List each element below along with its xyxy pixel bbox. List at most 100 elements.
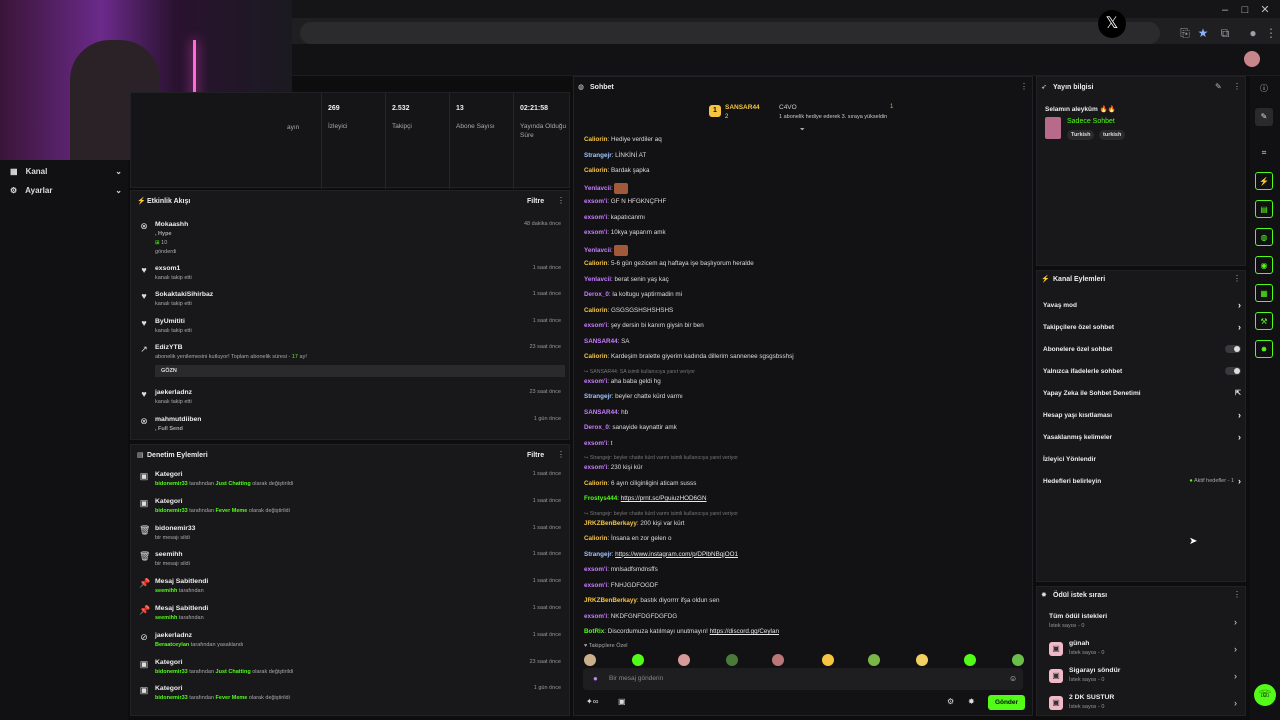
reward-item[interactable]: ▣ günah İstek sayısı - 0 › [1049,640,1239,660]
activity-name[interactable]: Mokaashh [155,221,188,228]
chat-username[interactable]: Caliorin [584,480,607,487]
close-window-icon[interactable]: ✕ [1256,4,1274,16]
translate-icon[interactable]: ⎘ [1176,24,1194,42]
expand-icon[interactable]: ⏷ [800,127,805,134]
more-icon[interactable]: ⋮ [1233,82,1241,91]
emote[interactable] [772,654,784,666]
chat-username[interactable]: exsom'i [584,440,607,447]
category-name[interactable]: Sadece Sohbet [1067,118,1115,125]
actor-name[interactable]: bidonemir33 [155,508,188,514]
chat-input[interactable]: ● Bir mesaj gönderin ☺ [583,668,1023,690]
crop-icon[interactable]: ⌗ [1255,144,1273,162]
send-button[interactable]: Gönder [988,695,1025,710]
emote[interactable] [726,654,738,666]
chat-bubble-icon[interactable]: ◍ [1255,228,1273,246]
chat-username[interactable]: Caliorin [584,353,607,360]
category-thumbnail[interactable] [1045,117,1061,139]
more-icon[interactable]: ⋮ [1233,590,1241,599]
channel-action-1[interactable]: Yavaş mod › [1043,298,1241,312]
sidebar-item-ayarlar[interactable]: ⚙ Ayarlar ⌄ [10,181,122,199]
chat-username[interactable]: exsom'i [584,214,607,221]
more-icon[interactable]: ⋮ [1020,82,1028,91]
emote[interactable] [1012,654,1024,666]
channel-action-control[interactable] [1225,345,1241,353]
activity-name[interactable]: SokaktakiSihirbaz [155,291,213,298]
reward-item[interactable]: ▣ 2 DK SUSTUR İstek sayısı - 0 › [1049,694,1239,714]
extensions-icon[interactable]: ⧉ [1216,24,1234,42]
chat-username[interactable]: exsom'i [584,322,607,329]
reward-icon[interactable]: ✸ [1255,340,1273,358]
emote[interactable] [964,654,976,666]
activity-name[interactable]: jaekerladnz [155,389,192,396]
chat-username[interactable]: exsom'i [584,378,607,385]
channel-action-5[interactable]: Yapay Zeka ile Sohbet Denetimi ⇱ [1043,386,1241,400]
help-chat-icon[interactable]: ☏ [1254,684,1276,706]
document-icon[interactable]: ▤ [1255,200,1273,218]
profile-icon[interactable]: ● [1244,24,1262,42]
emote[interactable] [632,654,644,666]
actor-name[interactable]: bidonemir33 [155,695,188,701]
chat-link[interactable]: https://discord.gg/Ceylan [710,628,779,635]
toggle-switch[interactable] [1225,345,1241,353]
chat-username[interactable]: Caliorin [584,136,607,143]
broadcast-icon[interactable]: ◉ [1255,256,1273,274]
emote[interactable] [916,654,928,666]
chat-username[interactable]: exsom'i [584,613,607,620]
emote[interactable] [584,654,596,666]
chat-username[interactable]: Derox_0 [584,291,609,298]
channel-action-9[interactable]: Hedefleri belirleyin ● Aktif hedefler - 1… [1043,474,1241,488]
wrench-icon[interactable]: ⚒ [1255,312,1273,330]
actor-name[interactable]: bidonemir33 [155,669,188,675]
chat-username[interactable]: Strangejr [584,551,612,558]
chat-username[interactable]: Strangejr [584,152,612,159]
activity-name[interactable]: exsom1 [155,265,180,272]
address-bar[interactable] [300,22,1160,44]
mic-icon[interactable]: ● [593,674,598,683]
chat-username[interactable]: Caliorin [584,535,607,542]
chat-username[interactable]: Caliorin [584,260,607,267]
stream-tag[interactable]: Turkish [1067,130,1095,140]
reward-icon[interactable]: ✸ [968,697,975,706]
chat-username[interactable]: BotRix [584,628,604,635]
sidebar-item-kanal[interactable]: ▦ Kanal ⌄ [10,162,122,180]
more-icon[interactable]: ⋮ [557,196,565,205]
category-target[interactable]: Just Chatting [216,669,251,675]
chat-username[interactable]: Yenlavcii [584,276,611,283]
chat-username[interactable]: Caliorin [584,167,607,174]
chat-username[interactable]: exsom'i [584,464,607,471]
activity-name[interactable]: ByUmititi [155,318,185,325]
channel-action-control[interactable] [1225,367,1241,375]
emote[interactable] [678,654,690,666]
channel-action-7[interactable]: Yasaklanmış kelimeler › [1043,430,1241,444]
channel-action-2[interactable]: Takipçilere özel sohbet › [1043,320,1241,334]
chat-username[interactable]: Frostys444 [584,495,617,502]
chat-username[interactable]: Yenlavcii [584,185,611,192]
chat-username[interactable]: SANSAR44 [584,338,618,345]
chat-username[interactable]: JRKZBenBerkayy [584,520,637,527]
activity-name[interactable]: mahmutdiiben [155,416,201,423]
chat-username[interactable]: Yenlavcii [584,247,611,254]
category-target[interactable]: Fever Meme [216,695,248,701]
chat-link[interactable]: https://www.instagram.com/p/DPlbNBqjOO1 [615,551,738,558]
chat-username[interactable]: exsom'i [584,566,607,573]
chat-username[interactable]: Caliorin [584,307,607,314]
channel-action-3[interactable]: Abonelere özel sohbet [1043,342,1241,356]
emote[interactable] [868,654,880,666]
avatar[interactable] [1244,51,1260,67]
chat-username[interactable]: JRKZBenBerkayy [584,597,637,604]
actor-name[interactable]: bidonemir33 [155,481,188,487]
category-target[interactable]: Just Chatting [216,481,251,487]
layout-icon[interactable]: ▦ [1255,284,1273,302]
channel-action-4[interactable]: Yalnızca ifadelerle sohbet [1043,364,1241,378]
chat-link[interactable]: https://prnt.sc/PguiuzHOD6GN [621,495,707,502]
chat-username[interactable]: exsom'i [584,582,607,589]
actor-name[interactable]: seemihh [155,615,177,621]
channel-action-8[interactable]: İzleyici Yönlendir [1043,452,1241,466]
chat-username[interactable]: SANSAR44 [584,409,618,416]
edit-icon[interactable]: ✎ [1215,82,1222,91]
toggle-switch[interactable] [1225,367,1241,375]
top-gifter-name[interactable]: SANSAR44 [725,104,760,111]
pencil-icon[interactable]: ✎ [1255,108,1273,126]
reward-all[interactable]: Tüm ödül istekleri İstek sayısı - 0 › [1049,613,1239,633]
filter-button[interactable]: Filtre [527,452,544,459]
